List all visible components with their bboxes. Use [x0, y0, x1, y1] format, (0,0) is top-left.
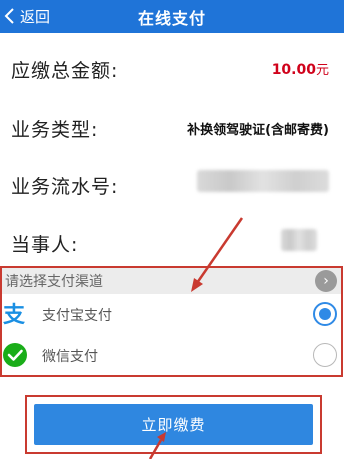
annotation-arrow-channel	[195, 217, 244, 284]
annotation-arrowhead-channel	[191, 278, 203, 292]
annotation-arrows	[148, 217, 244, 459]
annotation-arrow-button	[148, 439, 163, 459]
